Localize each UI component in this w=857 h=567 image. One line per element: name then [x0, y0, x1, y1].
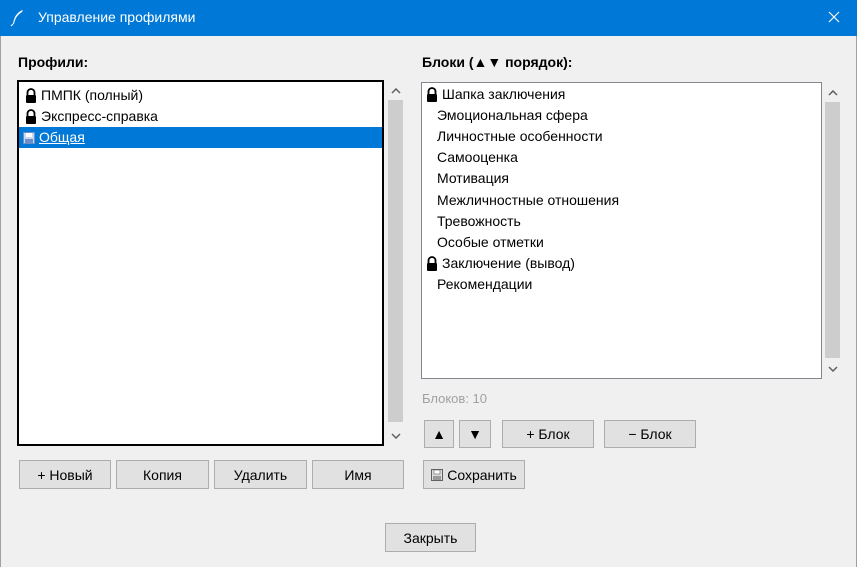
- window-title: Управление профилями: [38, 9, 196, 25]
- remove-block-button[interactable]: − Блок: [604, 420, 696, 448]
- block-item-label: Мотивация: [437, 170, 510, 186]
- block-item-label: Личностные особенности: [437, 128, 603, 144]
- profile-item-label: Экспресс-справка: [41, 108, 158, 124]
- block-item-label: Заключение (вывод): [442, 255, 575, 271]
- disk-icon: [431, 468, 444, 481]
- block-item[interactable]: Мотивация: [437, 168, 509, 189]
- blocks-count-text: Блоков: 10: [422, 391, 487, 406]
- profiles-scrollbar[interactable]: [387, 80, 404, 446]
- close-button[interactable]: Закрыть: [385, 523, 476, 552]
- block-item[interactable]: Особые отметки: [437, 232, 544, 253]
- profile-item-label: Общая: [39, 129, 85, 145]
- blocks-listbox[interactable]: Шапка заключения Эмоциональная сфера Лич…: [421, 82, 822, 379]
- dialog-body: Профили: ПМПК (полный) Экспресс-справка …: [0, 36, 857, 567]
- chevron-down-icon: [390, 432, 401, 439]
- lock-icon: [26, 109, 36, 125]
- feather-icon: [10, 10, 23, 27]
- block-item-label: Шапка заключения: [442, 86, 566, 102]
- block-item[interactable]: Личностные особенности: [437, 126, 603, 147]
- lock-icon: [427, 256, 437, 272]
- move-up-button[interactable]: ▲: [424, 420, 454, 448]
- block-item[interactable]: Эмоциональная сфера: [437, 105, 588, 126]
- scroll-down-arrow[interactable]: [387, 427, 404, 444]
- lock-icon: [26, 88, 36, 104]
- close-window-button[interactable]: [811, 0, 857, 36]
- close-icon: [828, 11, 840, 23]
- scroll-thumb[interactable]: [388, 100, 403, 422]
- rename-profile-button[interactable]: Имя: [312, 460, 404, 489]
- delete-profile-button[interactable]: Удалить: [214, 460, 307, 489]
- block-item[interactable]: Заключение (вывод): [422, 253, 575, 274]
- chevron-up-icon: [390, 87, 401, 94]
- copy-profile-button[interactable]: Копия: [116, 460, 209, 489]
- blocks-scrollbar[interactable]: [824, 82, 841, 379]
- profile-item-label: ПМПК (полный): [41, 87, 143, 103]
- new-profile-button[interactable]: + Новый: [19, 460, 111, 489]
- block-item-label: Особые отметки: [437, 234, 544, 250]
- scroll-up-arrow[interactable]: [824, 84, 841, 101]
- profile-item[interactable]: ПМПК (полный): [19, 85, 382, 106]
- chevron-up-icon: [827, 89, 838, 96]
- block-item[interactable]: Шапка заключения: [422, 84, 565, 105]
- profiles-listbox[interactable]: ПМПК (полный) Экспресс-справка Общая: [17, 80, 384, 446]
- block-item-label: Самооценка: [437, 149, 518, 165]
- block-item-label: Тревожность: [437, 213, 521, 229]
- move-down-button[interactable]: ▼: [459, 420, 491, 448]
- block-item[interactable]: Самооценка: [437, 147, 518, 168]
- block-item[interactable]: Рекомендации: [437, 274, 532, 295]
- scroll-down-arrow[interactable]: [824, 360, 841, 377]
- scroll-up-arrow[interactable]: [387, 82, 404, 99]
- chevron-down-icon: [827, 365, 838, 372]
- save-button-label: Сохранить: [447, 466, 517, 483]
- title-bar: Управление профилями: [0, 0, 857, 36]
- profiles-label: Профили:: [18, 54, 89, 70]
- block-item-label: Эмоциональная сфера: [437, 107, 588, 123]
- block-item[interactable]: Межличностные отношения: [437, 190, 619, 211]
- disk-icon: [23, 132, 35, 145]
- lock-icon: [427, 87, 437, 103]
- profile-item[interactable]: Экспресс-справка: [19, 106, 382, 127]
- block-item-label: Межличностные отношения: [437, 192, 620, 208]
- profile-item-selected[interactable]: Общая: [19, 127, 382, 148]
- block-item-label: Рекомендации: [437, 276, 533, 292]
- save-button[interactable]: Сохранить: [423, 460, 525, 489]
- add-block-button[interactable]: + Блок: [502, 420, 594, 448]
- block-item[interactable]: Тревожность: [437, 211, 521, 232]
- blocks-label: Блоки (▲▼ порядок):: [422, 54, 573, 70]
- scroll-thumb[interactable]: [825, 102, 840, 358]
